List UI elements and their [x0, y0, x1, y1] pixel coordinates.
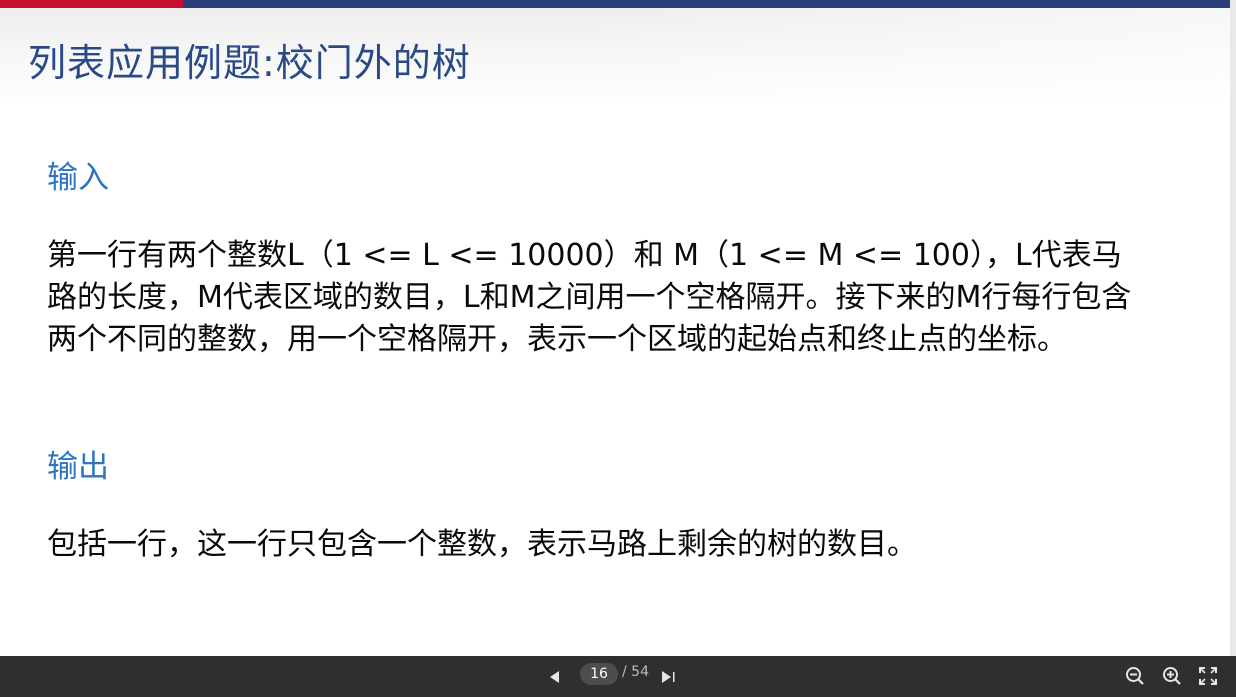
input-description: 第一行有两个整数L（1 <= L <= 10000）和 M（1 <= M <= …: [47, 238, 1132, 357]
slide-title: 列表应用例题:校门外的树: [28, 41, 471, 85]
input-heading: 输入: [47, 160, 109, 196]
zoom-in-button[interactable]: [1158, 662, 1186, 690]
fullscreen-button[interactable]: [1194, 662, 1222, 690]
triangle-left-icon: [550, 670, 559, 683]
current-page-number: 16: [590, 666, 608, 682]
triangle-right-icon: [662, 670, 675, 683]
total-pages: / 54: [622, 664, 649, 680]
output-description: 包括一行，这一行只包含一个整数，表示马路上剩余的树的数目。: [47, 527, 917, 562]
next-page-button[interactable]: [655, 656, 681, 697]
current-page-indicator[interactable]: 16: [580, 663, 618, 685]
zoom-in-icon: [1163, 667, 1181, 685]
prev-page-button[interactable]: [542, 656, 568, 697]
fullscreen-icon: [1199, 667, 1217, 685]
zoom-out-button[interactable]: [1121, 662, 1149, 690]
output-heading: 输出: [47, 449, 109, 485]
viewer-toolbar: [0, 656, 1236, 697]
top-accent-bar: [0, 0, 1230, 8]
accent-blue-segment: [183, 0, 1230, 8]
accent-red-segment: [0, 0, 183, 8]
zoom-out-icon: [1126, 667, 1144, 685]
title-band-fade: [560, 8, 1230, 106]
slide-right-edge: [1230, 0, 1236, 656]
